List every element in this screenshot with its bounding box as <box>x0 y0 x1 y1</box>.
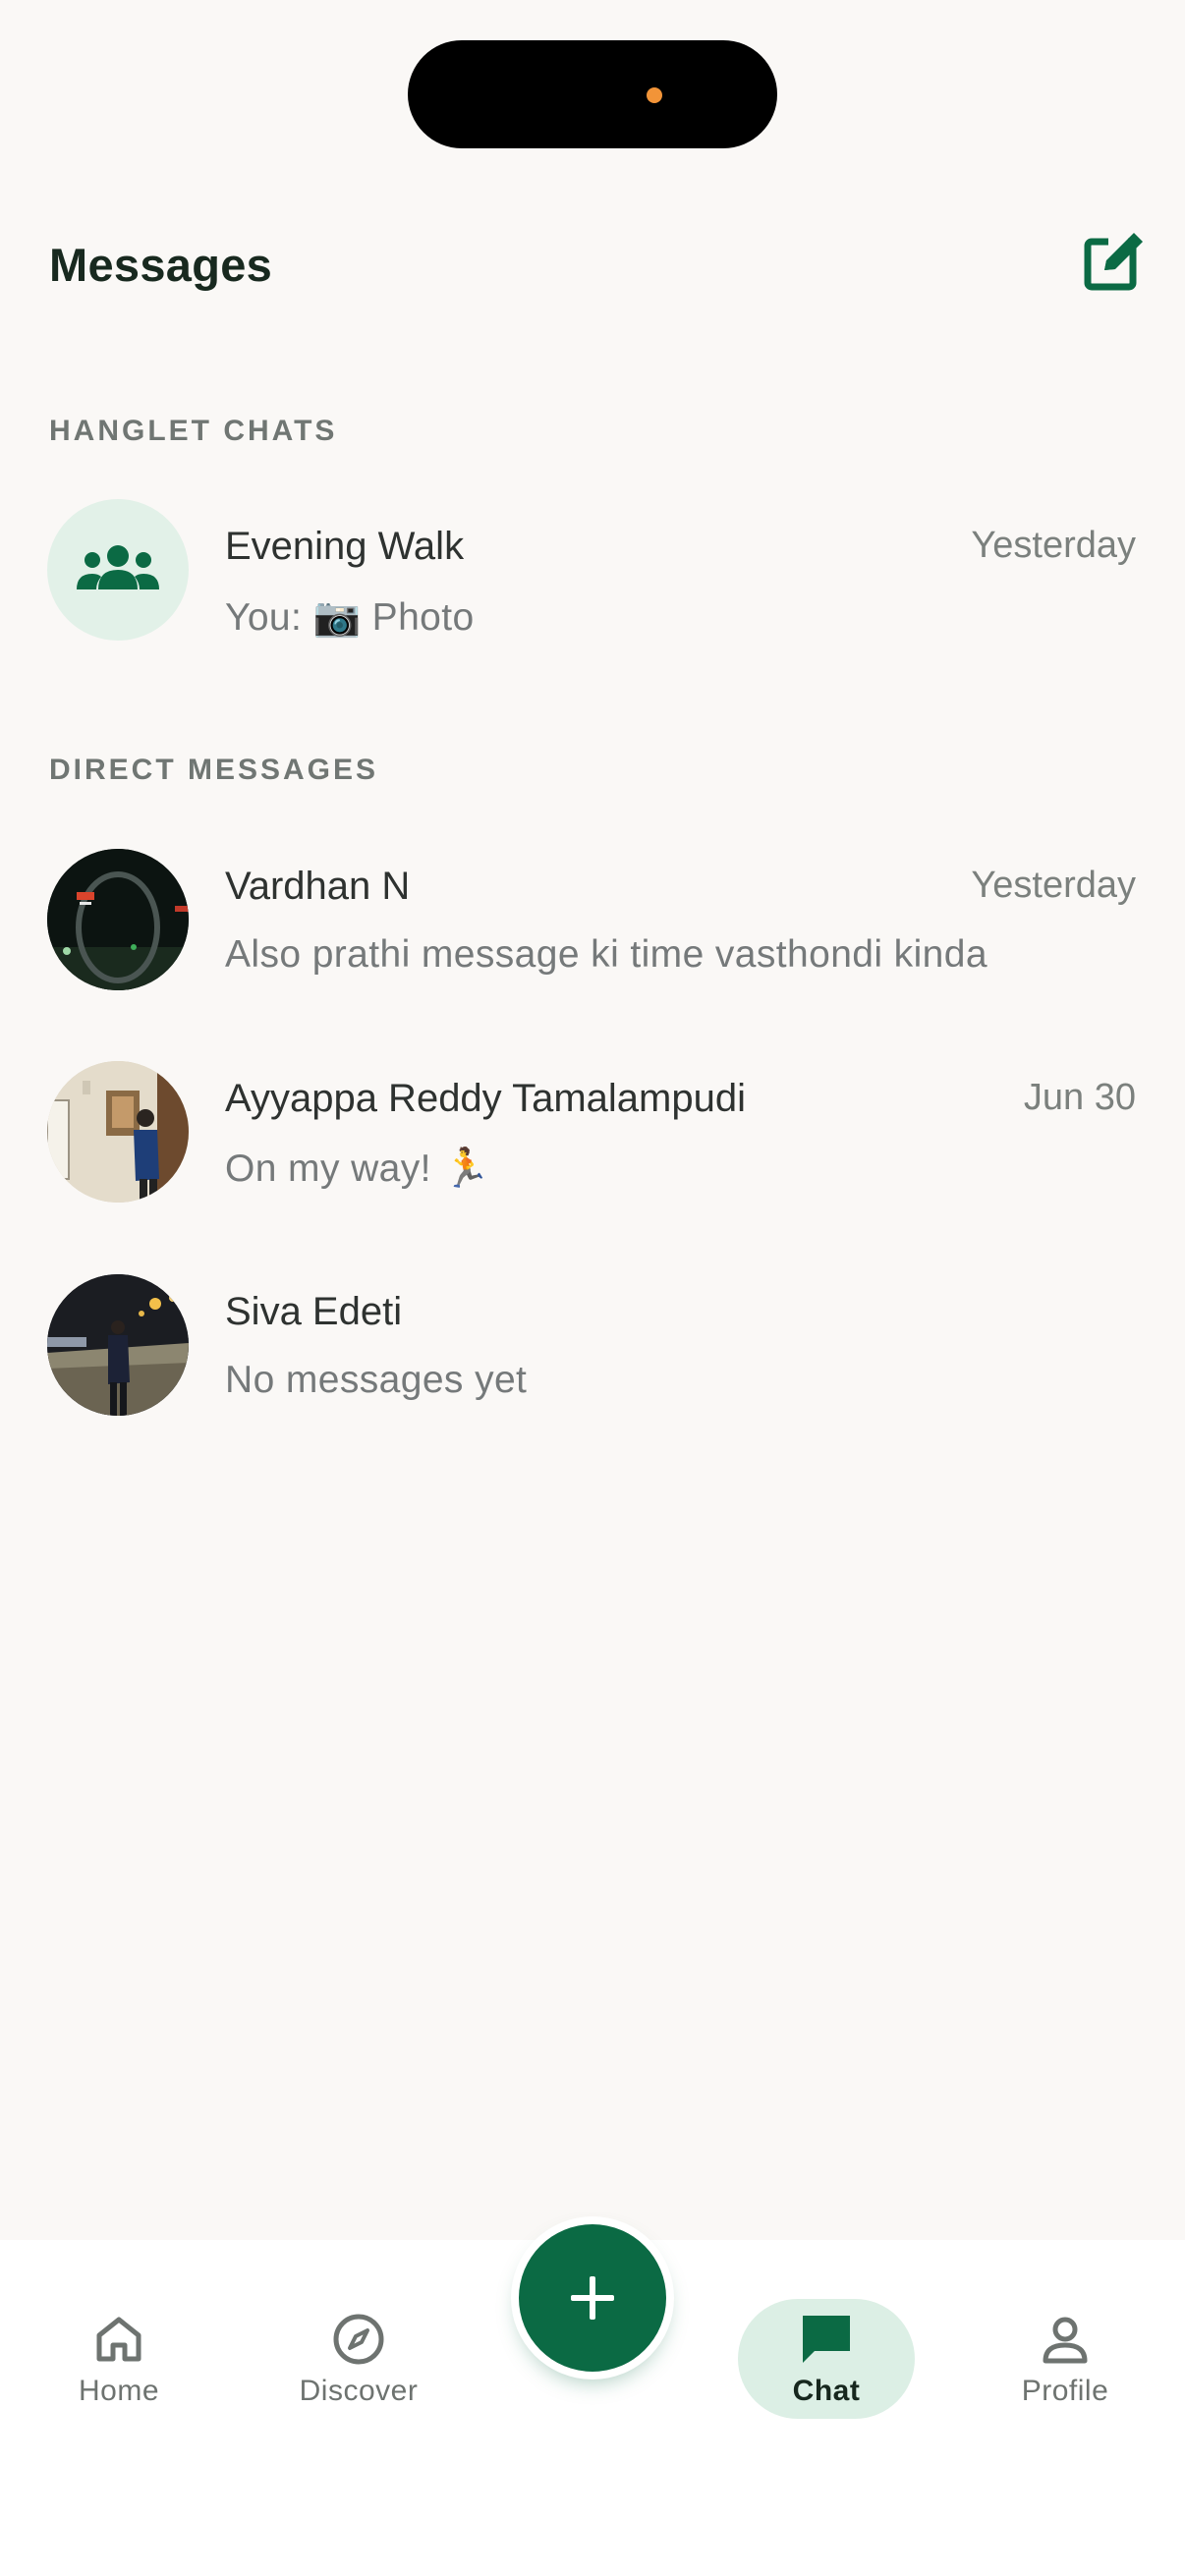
home-icon <box>96 2317 141 2362</box>
chat-preview: On my way! 🏃 <box>225 1148 491 1190</box>
bottom-nav: Home Discover Chat Profile <box>0 2224 1185 2576</box>
chat-row-siva-edeti[interactable]: Siva Edeti No messages yet <box>0 1266 1185 1433</box>
compass-icon <box>333 2314 384 2365</box>
camera-indicator-dot <box>647 87 662 103</box>
nav-label: Profile <box>1021 2375 1109 2407</box>
nav-profile[interactable]: Profile <box>977 2304 1154 2427</box>
dynamic-island <box>408 40 777 148</box>
avatar <box>47 849 189 990</box>
plus-icon <box>571 2276 614 2320</box>
avatar-photo <box>47 849 189 990</box>
chat-time: Yesterday <box>971 865 1136 906</box>
compose-icon <box>1084 233 1143 291</box>
nav-label: Discover <box>299 2375 419 2407</box>
avatar <box>47 1274 189 1416</box>
chat-row-vardhan-n[interactable]: Vardhan N Yesterday Also prathi message … <box>0 841 1185 1008</box>
chat-name: Vardhan N <box>225 865 411 908</box>
chat-preview: You: 📷 Photo <box>225 596 475 639</box>
chat-row-ayyappa-reddy-tamalampudi[interactable]: Ayyappa Reddy Tamalampudi Jun 30 On my w… <box>0 1053 1185 1220</box>
create-button[interactable] <box>519 2224 666 2372</box>
avatar <box>47 1061 189 1203</box>
chat-time: Jun 30 <box>1023 1077 1136 1118</box>
chat-time: Yesterday <box>971 525 1136 566</box>
section-header-direct-messages: DIRECT MESSAGES <box>49 754 379 786</box>
group-icon <box>77 545 159 589</box>
avatar-photo <box>47 1061 189 1203</box>
nav-discover[interactable]: Discover <box>270 2304 447 2427</box>
chat-preview: No messages yet <box>225 1359 528 1401</box>
nav-label: Home <box>78 2375 160 2407</box>
section-header-hanglet-chats: HANGLET CHATS <box>49 415 338 447</box>
chat-bubble-icon <box>803 2316 850 2363</box>
chat-name: Siva Edeti <box>225 1290 403 1333</box>
avatar-photo <box>47 1274 189 1416</box>
nav-home[interactable]: Home <box>30 2304 207 2427</box>
chat-name: Evening Walk <box>225 525 465 568</box>
group-avatar <box>47 499 189 641</box>
chat-row-evening-walk[interactable]: Evening Walk Yesterday You: 📷 Photo <box>0 499 1185 666</box>
page-title: Messages <box>49 239 273 291</box>
chat-name: Ayyappa Reddy Tamalampudi <box>225 1077 746 1120</box>
nav-chat[interactable]: Chat <box>738 2304 915 2427</box>
chat-preview: Also prathi message ki time vasthondi ki… <box>225 933 988 976</box>
compose-button[interactable] <box>1079 226 1150 297</box>
person-icon <box>1043 2317 1088 2364</box>
nav-label: Chat <box>792 2375 861 2407</box>
